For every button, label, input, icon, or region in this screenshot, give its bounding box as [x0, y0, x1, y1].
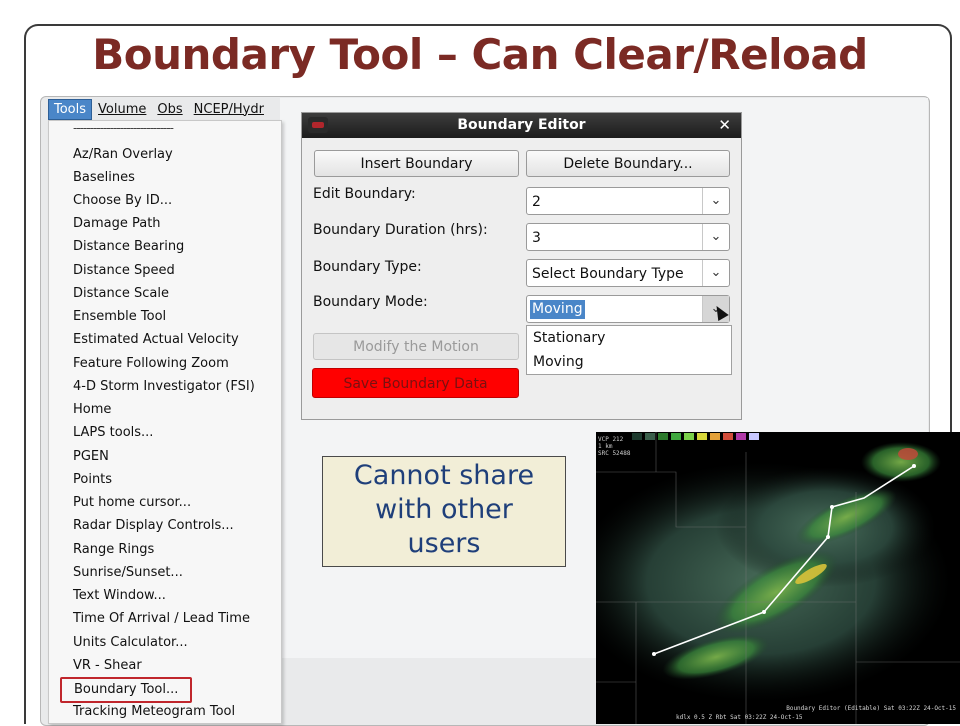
- menu-volume-label: Volume: [98, 101, 147, 117]
- menu-item-radar-display-controls[interactable]: Radar Display Controls...: [73, 515, 234, 537]
- edit-boundary-select[interactable]: 2 ⌄: [526, 187, 730, 215]
- edit-boundary-value: 2: [532, 194, 541, 210]
- scale-swatch: [658, 433, 668, 440]
- radar-footer-right: Boundary Editor (Editable) Sat 03:22Z 24…: [786, 705, 956, 712]
- menu-item-distance-scale[interactable]: Distance Scale: [73, 283, 169, 305]
- modify-motion-button[interactable]: Modify the Motion: [313, 333, 519, 360]
- menu-item-ensemble-tool[interactable]: Ensemble Tool: [73, 306, 166, 328]
- close-icon[interactable]: ✕: [718, 113, 731, 138]
- menu-item-vr-shear[interactable]: VR - Shear: [73, 655, 142, 677]
- radar-header-line: VCP 212: [598, 436, 624, 443]
- mode-option-moving[interactable]: Moving: [533, 354, 584, 370]
- menu-item-pgen[interactable]: PGEN: [73, 446, 109, 468]
- boundary-type-select[interactable]: Select Boundary Type ⌄: [526, 259, 730, 287]
- menu-item-damage-path[interactable]: Damage Path: [73, 213, 161, 235]
- callout-box: Cannot share with other users: [322, 456, 566, 567]
- radar-header-line: SRC 52488: [598, 450, 631, 457]
- menu-item-laps-tools[interactable]: LAPS tools...: [73, 422, 153, 444]
- radar-header-line: 1 km: [598, 443, 613, 450]
- menu-item-sunrise-sunset[interactable]: Sunrise/Sunset...: [73, 562, 183, 584]
- menu-item-distance-speed[interactable]: Distance Speed: [73, 260, 175, 282]
- menu-item-choose-by-id[interactable]: Choose By ID...: [73, 190, 172, 212]
- dialog-title: Boundary Editor: [457, 117, 586, 133]
- scale-swatch: [710, 433, 720, 440]
- scale-swatch: [645, 433, 655, 440]
- menu-item-text-window[interactable]: Text Window...: [73, 585, 166, 607]
- menu-item-baselines[interactable]: Baselines: [73, 167, 135, 189]
- boundary-mode-select[interactable]: Moving ⌄: [526, 295, 730, 323]
- radar-footer: kdlx 0.5 Z Rbt Sat 03:22Z 24-Oct-15: [676, 714, 803, 721]
- chevron-down-icon[interactable]: ⌄: [702, 188, 729, 214]
- boundary-mode-value: Moving: [530, 300, 585, 319]
- menu-item-feature-following-zoom[interactable]: Feature Following Zoom: [73, 353, 229, 375]
- slide-title: Boundary Tool – Can Clear/Reload: [92, 30, 868, 79]
- dialog-titlebar[interactable]: Boundary Editor ✕: [302, 113, 741, 138]
- scale-swatch: [749, 433, 759, 440]
- menu-item-4d-storm-investigator[interactable]: 4-D Storm Investigator (FSI): [73, 376, 255, 398]
- menu-tools[interactable]: Tools: [48, 98, 93, 120]
- boundary-type-label: Boundary Type:: [313, 259, 422, 275]
- save-boundary-data-button[interactable]: Save Boundary Data: [312, 368, 519, 398]
- menu-ncep-label: NCEP/Hydr: [193, 101, 264, 117]
- callout-line-2: with other: [375, 494, 513, 525]
- menu-separator: ------------------------------: [73, 121, 174, 135]
- boundary-editor-dialog: Boundary Editor ✕ Insert Boundary Delete…: [302, 113, 741, 419]
- scale-swatch: [632, 433, 642, 440]
- menu-item-time-of-arrival[interactable]: Time Of Arrival / Lead Time: [73, 608, 250, 630]
- menu-item-put-home-cursor[interactable]: Put home cursor...: [73, 492, 191, 514]
- edit-boundary-label: Edit Boundary:: [313, 186, 416, 202]
- menu-item-units-calculator[interactable]: Units Calculator...: [73, 632, 188, 654]
- radar-header-text: VCP 212 1 km SRC 52488: [598, 436, 631, 457]
- app-logo-icon: [308, 117, 328, 133]
- mode-option-stationary[interactable]: Stationary: [533, 330, 605, 346]
- radar-image: VCP 212 1 km SRC 52488 Boundary Editor (…: [596, 432, 960, 724]
- menu-item-tracking-meteogram-tool[interactable]: Tracking Meteogram Tool: [73, 701, 235, 723]
- menu-obs[interactable]: Obs: [152, 100, 187, 119]
- callout-line-1: Cannot share: [353, 460, 535, 491]
- menu-ncep-hydro[interactable]: NCEP/Hydr: [189, 100, 269, 119]
- boundary-duration-value: 3: [532, 230, 541, 246]
- chevron-down-icon[interactable]: ⌄: [702, 260, 729, 286]
- menu-item-az-ran-overlay[interactable]: Az/Ran Overlay: [73, 144, 173, 166]
- tools-menu: ------------------------------ Az/Ran Ov…: [48, 120, 282, 724]
- scale-swatch: [684, 433, 694, 440]
- chevron-down-icon[interactable]: ⌄: [702, 224, 729, 250]
- menu-item-range-rings[interactable]: Range Rings: [73, 539, 154, 561]
- menubar: Tools Volume Obs NCEP/Hydr: [48, 98, 270, 120]
- boundary-duration-select[interactable]: 3 ⌄: [526, 223, 730, 251]
- boundary-mode-label: Boundary Mode:: [313, 294, 428, 310]
- boundary-type-value: Select Boundary Type: [532, 266, 684, 282]
- scale-swatch: [723, 433, 733, 440]
- menu-item-points[interactable]: Points: [73, 469, 112, 491]
- boundary-mode-dropdown: Stationary Moving: [526, 325, 732, 375]
- boundary-duration-label: Boundary Duration (hrs):: [313, 222, 488, 238]
- menu-volume[interactable]: Volume: [93, 100, 151, 119]
- color-scale-bar: [632, 433, 762, 440]
- menu-item-estimated-actual-velocity[interactable]: Estimated Actual Velocity: [73, 329, 239, 351]
- scale-swatch: [671, 433, 681, 440]
- menu-item-home[interactable]: Home: [73, 399, 111, 421]
- menu-obs-label: Obs: [157, 101, 183, 117]
- scale-swatch: [736, 433, 746, 440]
- radar-map-graphic: [596, 432, 960, 724]
- menu-item-boundary-tool[interactable]: Boundary Tool...: [60, 677, 193, 703]
- scale-swatch: [697, 433, 707, 440]
- delete-boundary-button[interactable]: Delete Boundary...: [526, 150, 730, 177]
- callout-line-3: users: [407, 528, 481, 559]
- menu-item-distance-bearing[interactable]: Distance Bearing: [73, 236, 184, 258]
- insert-boundary-button[interactable]: Insert Boundary: [314, 150, 519, 177]
